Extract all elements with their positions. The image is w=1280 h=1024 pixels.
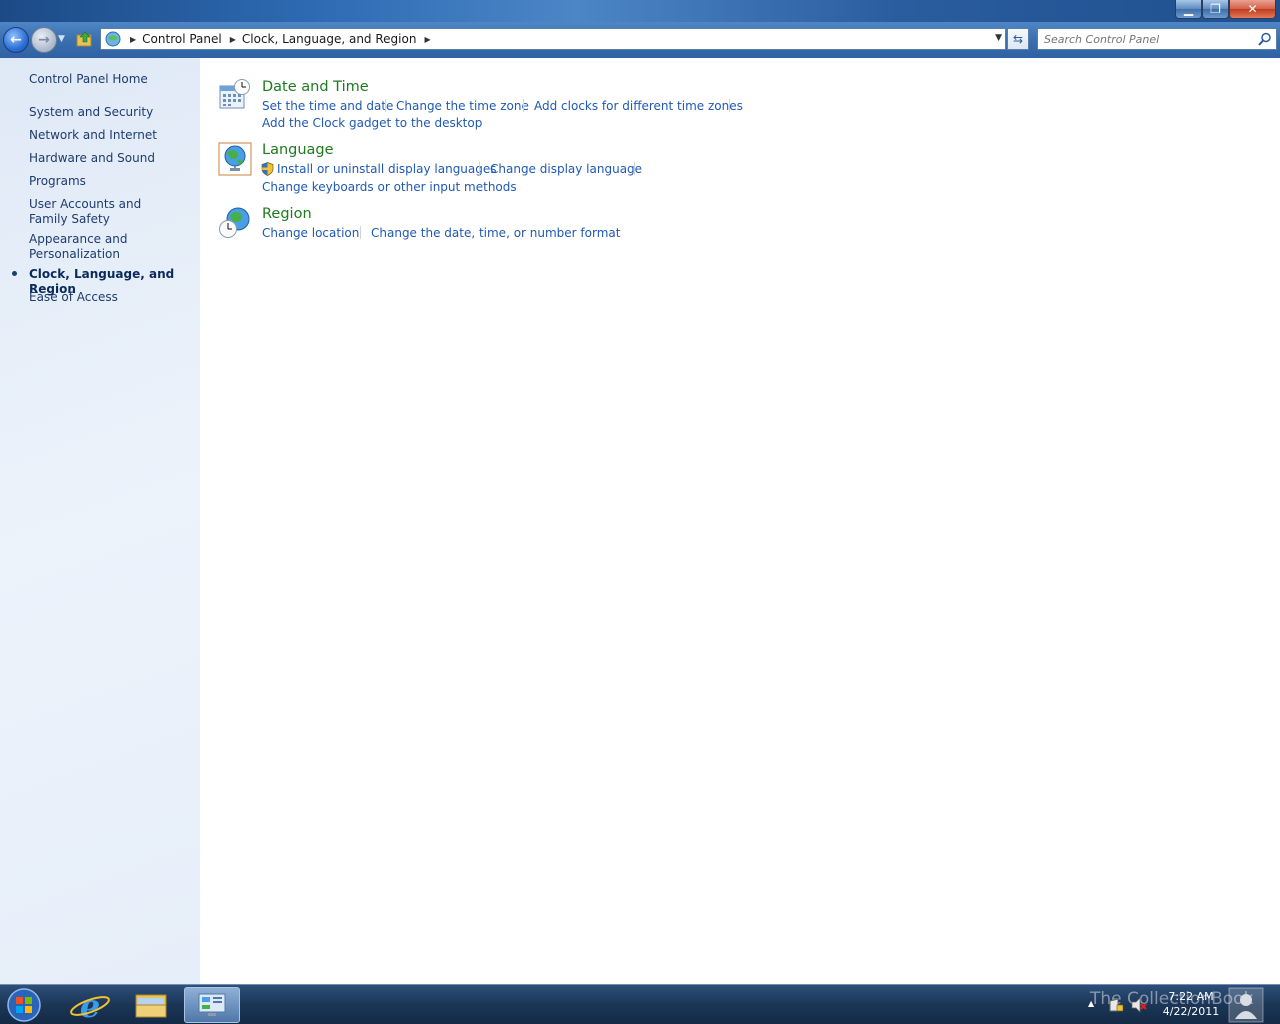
title-bar[interactable]: ▁ ❐ ✕ — [0, 0, 1280, 22]
system-clock[interactable]: 7:22 AM 4/22/2011 — [1150, 989, 1232, 1019]
task-change-location[interactable]: Change location — [262, 226, 359, 240]
back-button[interactable]: ← — [3, 27, 29, 53]
category-title-region[interactable]: Region — [262, 206, 312, 222]
main-content: Date and Time Set the time and date Chan… — [200, 58, 1280, 984]
task-set-time-date[interactable]: Set the time and date — [262, 99, 393, 113]
show-hidden-icons-button[interactable]: ▲ — [1088, 999, 1094, 1008]
refresh-button[interactable]: ⇆ — [1007, 28, 1029, 50]
sidebar-item-appearance[interactable]: Appearance and Personalization — [29, 232, 139, 262]
maximize-icon: ❐ — [1210, 2, 1221, 16]
category-title-date-time[interactable]: Date and Time — [262, 79, 369, 95]
chevron-up-icon: ▲ — [1088, 999, 1095, 1008]
minimize-icon: ▁ — [1183, 2, 1194, 16]
sidebar-item-programs[interactable]: Programs — [29, 174, 194, 189]
clock-date: 4/22/2011 — [1162, 1005, 1220, 1018]
navigation-bar: ← → ▼ ▶ Control Panel ▶ Clock, Language,… — [0, 22, 1280, 58]
control-panel-icon — [105, 31, 121, 47]
close-button[interactable]: ✕ — [1229, 0, 1276, 19]
refresh-icon: ⇆ — [1012, 32, 1024, 46]
task-change-time-zone[interactable]: Change the time zone — [396, 99, 529, 113]
start-button[interactable] — [4, 987, 44, 1023]
clock-time: 7:22 AM — [1168, 990, 1214, 1003]
user-avatar-icon[interactable] — [1228, 987, 1264, 1023]
control-panel-icon — [198, 993, 226, 1016]
breadcrumb-separator-icon[interactable]: ▶ — [130, 35, 136, 44]
search-box[interactable] — [1037, 28, 1277, 50]
task-install-display-languages[interactable]: Install or uninstall display languages — [277, 162, 497, 176]
task-change-formats[interactable]: Change the date, time, or number format — [371, 226, 620, 240]
up-folder-icon[interactable] — [76, 30, 94, 48]
chevron-down-icon: ▼ — [58, 34, 65, 44]
volume-muted-icon[interactable] — [1130, 997, 1148, 1013]
address-dropdown-icon[interactable]: ▼ — [995, 33, 1002, 43]
sidebar-item-system-security[interactable]: System and Security — [29, 105, 194, 120]
sidebar-item-hardware-sound[interactable]: Hardware and Sound — [29, 151, 194, 166]
windows-explorer-icon[interactable] — [122, 987, 178, 1023]
sidebar-item-ease-of-access[interactable]: Ease of Access — [29, 290, 194, 305]
arrow-left-icon: ← — [10, 32, 22, 48]
task-add-clock-gadget[interactable]: Add the Clock gadget to the desktop — [262, 116, 482, 130]
task-add-clocks[interactable]: Add clocks for different time zones — [534, 99, 743, 113]
task-separator — [523, 99, 524, 112]
globe-icon[interactable] — [218, 142, 252, 176]
breadcrumb-control-panel[interactable]: Control Panel — [142, 32, 222, 46]
internet-explorer-icon[interactable]: e — [62, 987, 118, 1023]
breadcrumb-separator-icon[interactable]: ▶ — [424, 35, 430, 44]
uac-shield-icon — [261, 162, 274, 176]
current-item-bullet-icon — [12, 271, 17, 276]
category-title-language[interactable]: Language — [262, 142, 334, 158]
sidebar-item-user-accounts[interactable]: User Accounts and Family Safety — [29, 197, 179, 227]
task-change-display-language[interactable]: Change display language — [490, 162, 642, 176]
close-icon: ✕ — [1247, 2, 1258, 16]
search-icon[interactable] — [1258, 32, 1272, 46]
action-center-icon[interactable] — [1108, 997, 1124, 1013]
breadcrumb-separator-icon[interactable]: ▶ — [230, 35, 236, 44]
breadcrumb-clock-language-region[interactable]: Clock, Language, and Region — [242, 32, 417, 46]
task-separator — [634, 162, 635, 175]
task-separator — [360, 226, 361, 239]
sidebar-item-network-internet[interactable]: Network and Internet — [29, 128, 194, 143]
task-separator — [729, 99, 730, 112]
globe-clock-icon[interactable] — [218, 206, 252, 240]
forward-button[interactable]: → — [31, 27, 57, 53]
sidebar-item-control-panel-home[interactable]: Control Panel Home — [29, 72, 194, 87]
maximize-button[interactable]: ❐ — [1202, 0, 1229, 19]
task-separator — [479, 162, 480, 175]
recent-pages-button[interactable]: ▼ — [58, 34, 65, 44]
arrow-right-icon: → — [38, 32, 50, 48]
task-separator — [385, 99, 386, 112]
address-bar[interactable]: ▶ Control Panel ▶ Clock, Language, and R… — [100, 28, 1006, 50]
search-input[interactable] — [1044, 31, 1244, 47]
calendar-clock-icon[interactable] — [218, 78, 252, 112]
sidebar: Control Panel Home System and Security N… — [0, 58, 200, 984]
svg-text:e: e — [80, 987, 100, 1023]
task-change-keyboards[interactable]: Change keyboards or other input methods — [262, 180, 517, 194]
taskbar: e The CollectionBook ▲ 7:22 AM 4/22/2011 — [0, 984, 1280, 1024]
control-panel-taskbar-button[interactable] — [184, 987, 240, 1023]
minimize-button[interactable]: ▁ — [1175, 0, 1202, 19]
